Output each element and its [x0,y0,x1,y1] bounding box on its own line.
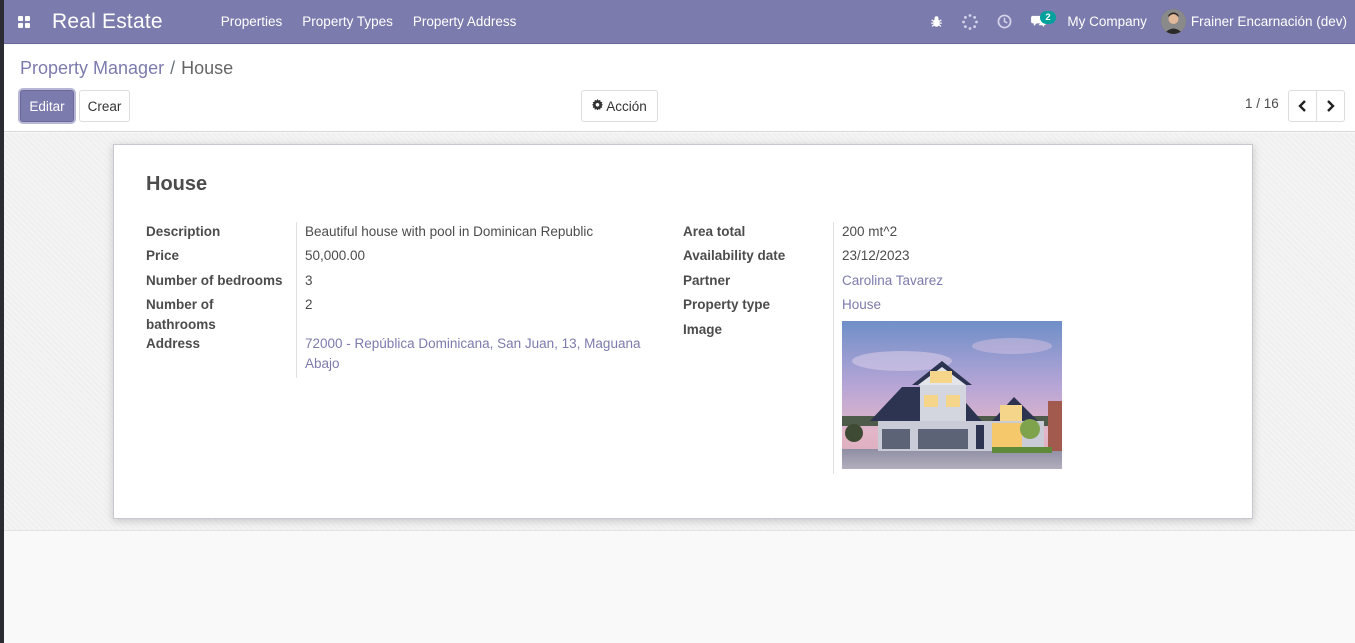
apps-menu-icon[interactable] [4,0,44,44]
value-description: Beautiful house with pool in Dominican R… [305,224,594,239]
label-bedrooms: Number of bedrooms [146,273,283,288]
label-availability-date: Availability date [683,248,786,263]
value-area-total: 200 mt^2 [842,224,898,239]
create-button[interactable]: Crear [79,90,130,122]
breadcrumb-parent[interactable]: Property Manager [20,58,164,78]
action-dropdown-button[interactable]: Acción [581,90,658,122]
action-label: Acción [606,98,647,114]
chevron-right-icon [1327,100,1335,112]
control-panel: Property Manager / House Editar Crear Acci… [4,45,1355,132]
value-address-link[interactable]: 72000 - República Dominicana, San Juan, … [305,334,650,374]
breadcrumb: Property Manager / House [20,58,233,79]
user-menu[interactable]: Frainer Encarnación (dev) [1160,9,1355,34]
loading-spinner-icon [953,0,987,44]
bug-icon[interactable] [919,0,953,44]
right-group-divider [833,222,834,474]
label-partner: Partner [683,273,731,288]
value-price: 50,000.00 [305,248,366,263]
company-switcher[interactable]: My Company [1055,14,1161,29]
form-sheet: House Description Beautiful house with p… [113,144,1253,519]
messages-badge: 2 [1040,10,1056,24]
value-property-type-link[interactable]: House [842,295,881,315]
edit-button[interactable]: Editar [20,90,74,122]
label-area-total: Area total [683,224,746,239]
label-address: Address [146,336,201,351]
value-bathrooms: 2 [305,297,313,312]
label-description: Description [146,224,221,239]
value-bedrooms: 3 [305,273,313,288]
user-avatar [1160,9,1186,34]
top-navbar: Real Estate Properties Property Types Pr… [4,0,1355,44]
label-image: Image [683,322,723,337]
left-group-divider [296,222,297,378]
pager-value[interactable]: 1 / 16 [1245,96,1279,111]
record-title: House [146,173,208,195]
clock-icon[interactable] [987,0,1021,44]
window-edge [0,0,4,643]
pager-previous-button[interactable] [1288,90,1317,122]
property-image[interactable] [842,321,1062,469]
gear-icon [592,99,604,113]
label-price: Price [146,248,180,263]
label-property-type: Property type [683,297,771,312]
chevron-left-icon [1298,100,1306,112]
messages-icon[interactable]: 2 [1021,0,1056,44]
user-name: Frainer Encarnación (dev) [1190,14,1347,29]
menu-properties[interactable]: Properties [211,0,293,44]
menu-property-types[interactable]: Property Types [292,0,403,44]
breadcrumb-separator: / [170,58,176,78]
pager-next-button[interactable] [1316,90,1345,122]
value-availability-date: 23/12/2023 [842,248,910,263]
menu-property-address[interactable]: Property Address [403,0,527,44]
breadcrumb-current: House [181,58,234,78]
value-partner-link[interactable]: Carolina Tavarez [842,271,943,291]
label-bathrooms: Number of bathrooms [146,297,216,332]
app-brand[interactable]: Real Estate [52,10,163,34]
